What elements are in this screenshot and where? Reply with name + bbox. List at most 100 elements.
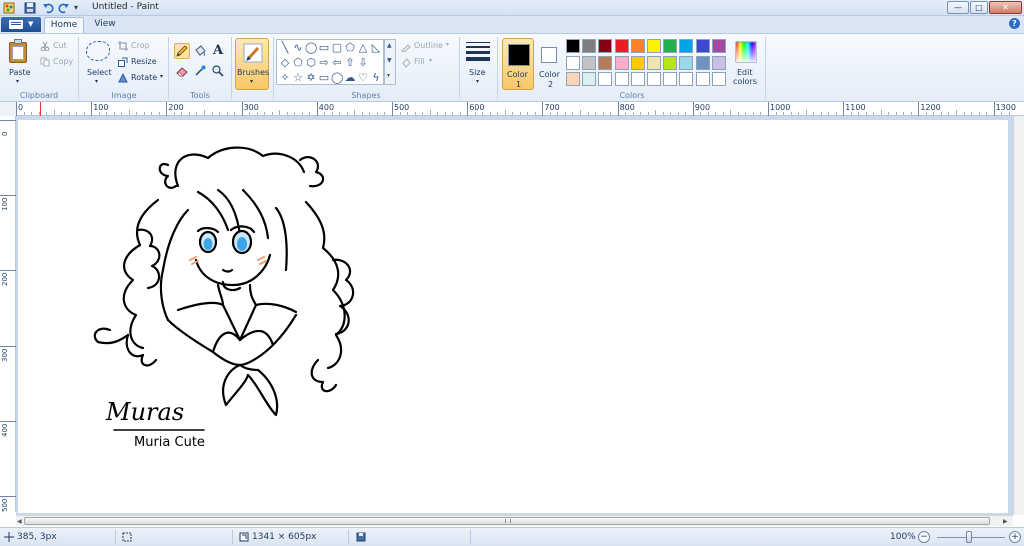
palette-swatch[interactable] bbox=[598, 39, 613, 53]
paste-button[interactable]: Paste bbox=[9, 68, 31, 77]
oval-shape-icon[interactable]: ◯ bbox=[305, 42, 317, 54]
palette-swatch[interactable] bbox=[582, 55, 597, 70]
outline-button[interactable]: Outline bbox=[414, 41, 443, 50]
outline-icon[interactable] bbox=[401, 42, 411, 55]
palette-swatch[interactable] bbox=[679, 55, 694, 70]
shapes-scrollbar[interactable]: ▲ ▼ ▾ bbox=[384, 39, 396, 85]
fill-button[interactable]: Fill bbox=[414, 57, 425, 66]
up-arrow-shape-icon[interactable]: ⇧ bbox=[344, 57, 356, 69]
edit-colors-button[interactable]: Edit bbox=[737, 68, 753, 77]
select-button[interactable]: Select bbox=[87, 68, 112, 77]
right-arrow-shape-icon[interactable]: ⇨ bbox=[318, 57, 330, 69]
hexagon-shape-icon[interactable]: ⬡ bbox=[305, 57, 317, 69]
palette-swatch[interactable] bbox=[647, 39, 661, 53]
brushes-button[interactable]: Brushes ▾ bbox=[235, 38, 269, 90]
redo-icon[interactable] bbox=[58, 2, 70, 14]
palette-swatch[interactable] bbox=[663, 39, 678, 53]
rotate-icon[interactable] bbox=[118, 72, 128, 86]
lightning-shape-icon[interactable]: ϟ bbox=[370, 72, 382, 84]
cloud-callout-shape-icon[interactable]: ☁ bbox=[344, 72, 356, 84]
palette-swatch[interactable] bbox=[566, 55, 580, 70]
close-button[interactable]: ✕ bbox=[989, 1, 1022, 14]
edit-colors-button-line2[interactable]: colors bbox=[733, 77, 757, 86]
oval-callout-shape-icon[interactable]: ◯ bbox=[331, 72, 343, 84]
rotate-dropdown-icon[interactable]: ▾ bbox=[160, 73, 163, 80]
tab-home[interactable]: Home bbox=[44, 17, 84, 33]
palette-swatch[interactable] bbox=[663, 72, 678, 86]
zoom-out-button[interactable]: − bbox=[918, 531, 930, 543]
down-arrow-shape-icon[interactable]: ⇩ bbox=[357, 57, 369, 69]
rounded-rectangle-shape-icon[interactable]: ▢ bbox=[331, 42, 343, 54]
horizontal-scroll-thumb[interactable] bbox=[24, 517, 990, 525]
palette-swatch[interactable] bbox=[647, 55, 661, 70]
horizontal-scrollbar[interactable]: ◀ ▶ bbox=[16, 515, 1013, 526]
palette-swatch[interactable] bbox=[695, 72, 710, 86]
palette-swatch[interactable] bbox=[598, 72, 613, 86]
palette-swatch[interactable] bbox=[695, 39, 710, 53]
palette-swatch[interactable] bbox=[630, 55, 645, 70]
color1-button[interactable]: Color 1 bbox=[502, 38, 534, 90]
pencil-icon[interactable] bbox=[174, 43, 190, 59]
paint-menu-button[interactable]: ▼ bbox=[1, 17, 41, 32]
pentagon-shape-icon[interactable]: ⬠ bbox=[292, 57, 304, 69]
palette-swatch[interactable] bbox=[614, 72, 629, 86]
resize-button[interactable]: Resize bbox=[131, 57, 157, 66]
minimize-button[interactable]: — bbox=[947, 1, 969, 14]
four-point-star-shape-icon[interactable]: ✧ bbox=[279, 72, 291, 84]
canvas-workspace[interactable]: Muras Muria Cute bbox=[16, 116, 1024, 515]
palette-swatch[interactable] bbox=[614, 55, 629, 70]
scroll-right-icon[interactable]: ▶ bbox=[1003, 518, 1008, 525]
resize-icon[interactable] bbox=[118, 57, 128, 70]
crop-icon[interactable] bbox=[118, 41, 128, 54]
diamond-shape-icon[interactable]: ◇ bbox=[279, 57, 291, 69]
scroll-down-icon[interactable]: ▼ bbox=[387, 57, 392, 64]
size-button[interactable]: Size bbox=[469, 68, 485, 77]
palette-swatch[interactable] bbox=[695, 55, 710, 70]
tab-view[interactable]: View bbox=[88, 17, 122, 33]
eraser-icon[interactable] bbox=[174, 63, 190, 79]
rounded-callout-shape-icon[interactable]: ▭ bbox=[318, 72, 330, 84]
six-point-star-shape-icon[interactable]: ✡ bbox=[305, 72, 317, 84]
paste-dropdown-icon[interactable]: ▾ bbox=[16, 78, 19, 85]
rotate-button[interactable]: Rotate bbox=[131, 73, 157, 82]
crop-button[interactable]: Crop bbox=[131, 41, 150, 50]
paint-app-icon[interactable] bbox=[3, 2, 15, 14]
cut-button[interactable]: Cut bbox=[53, 41, 67, 50]
outline-dropdown-icon[interactable]: ▾ bbox=[446, 41, 449, 48]
right-triangle-shape-icon[interactable]: ◺ bbox=[370, 42, 382, 54]
palette-swatch[interactable] bbox=[711, 55, 726, 70]
five-point-star-shape-icon[interactable]: ☆ bbox=[292, 72, 304, 84]
help-icon[interactable]: ? bbox=[1009, 18, 1020, 29]
copy-button[interactable]: Copy bbox=[53, 57, 73, 66]
line-shape-icon[interactable]: ╲ bbox=[279, 42, 291, 54]
size-dropdown-icon[interactable]: ▾ bbox=[476, 78, 479, 85]
palette-swatch[interactable] bbox=[630, 72, 645, 86]
heart-shape-icon[interactable]: ♡ bbox=[357, 72, 369, 84]
expand-gallery-icon[interactable]: ▾ bbox=[387, 72, 390, 79]
color2-button[interactable]: Color 2 bbox=[534, 38, 566, 90]
scroll-left-icon[interactable]: ◀ bbox=[17, 518, 22, 525]
select-icon[interactable] bbox=[86, 41, 110, 61]
palette-swatch[interactable] bbox=[566, 39, 580, 53]
curve-shape-icon[interactable]: ∿ bbox=[292, 42, 304, 54]
left-arrow-shape-icon[interactable]: ⇦ bbox=[331, 57, 343, 69]
undo-icon[interactable] bbox=[42, 2, 54, 14]
palette-swatch[interactable] bbox=[598, 55, 613, 70]
palette-swatch[interactable] bbox=[679, 39, 694, 53]
palette-swatch[interactable] bbox=[582, 39, 597, 53]
palette-swatch[interactable] bbox=[711, 72, 726, 86]
zoom-slider-thumb[interactable] bbox=[966, 531, 972, 543]
copy-icon[interactable] bbox=[40, 57, 50, 70]
size-icon[interactable] bbox=[466, 42, 490, 62]
palette-swatch[interactable] bbox=[614, 39, 629, 53]
save-icon[interactable] bbox=[24, 2, 36, 14]
maximize-button[interactable]: □ bbox=[970, 1, 988, 14]
select-dropdown-icon[interactable]: ▾ bbox=[95, 78, 98, 85]
scissors-icon[interactable] bbox=[40, 41, 50, 54]
rectangle-shape-icon[interactable]: ▭ bbox=[318, 42, 330, 54]
fill-icon[interactable] bbox=[401, 58, 411, 71]
palette-swatch[interactable] bbox=[663, 55, 678, 70]
paste-icon[interactable] bbox=[8, 39, 30, 65]
drawing-canvas[interactable]: Muras Muria Cute bbox=[18, 120, 1008, 513]
palette-swatch[interactable] bbox=[566, 72, 580, 86]
